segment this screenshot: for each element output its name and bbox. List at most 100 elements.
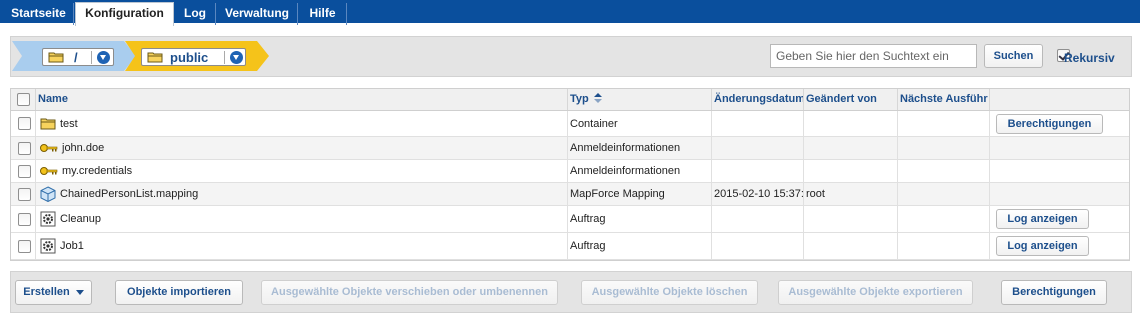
footer-toolbar: Erstellen Objekte importieren Ausgewählt… <box>10 271 1132 313</box>
column-header-type[interactable]: Typ <box>567 89 711 110</box>
breadcrumb-public-label: public <box>170 50 209 65</box>
modified-cell: 2015-02-10 15:37: <box>711 183 803 205</box>
item-name[interactable]: Job1 <box>60 240 84 252</box>
breadcrumb-root-box: / <box>42 48 114 66</box>
column-header-actions <box>989 89 1129 110</box>
modified-by-cell <box>803 160 897 182</box>
show-log-button[interactable]: Log anzeigen <box>996 209 1089 229</box>
actions-cell <box>989 160 1129 182</box>
breadcrumb-root[interactable]: / <box>12 41 136 71</box>
create-label: Erstellen <box>23 286 70 298</box>
type-cell: Anmeldeinformationen <box>567 160 711 182</box>
export-objects-button[interactable]: Ausgewählte Objekte exportieren <box>778 280 973 305</box>
row-checkbox[interactable] <box>17 187 31 201</box>
breadcrumb-divider <box>91 51 92 64</box>
tab-startseite[interactable]: Startseite <box>4 3 74 25</box>
column-header-name[interactable]: Name <box>35 89 567 110</box>
recursive-label: Rekursiv <box>1064 51 1115 65</box>
delete-objects-button[interactable]: Ausgewählte Objekte löschen <box>581 280 758 305</box>
table-row[interactable]: test Container Berechtigungen <box>11 111 1129 137</box>
column-header-modified[interactable]: Änderungsdatum <box>711 89 803 110</box>
import-objects-button[interactable]: Objekte importieren <box>115 280 243 305</box>
row-checkbox[interactable] <box>17 239 31 253</box>
search-button[interactable]: Suchen <box>984 44 1043 68</box>
next-run-cell <box>897 111 989 136</box>
move-rename-objects-button[interactable]: Ausgewählte Objekte verschieben oder umb… <box>261 280 558 305</box>
chevron-down-icon <box>75 289 84 295</box>
type-cell: MapForce Mapping <box>567 183 711 205</box>
column-header-type-label: Typ <box>570 93 589 105</box>
next-run-cell <box>897 183 989 205</box>
type-cell: Auftrag <box>567 233 711 259</box>
folder-icon <box>147 52 163 63</box>
breadcrumb-divider <box>224 51 225 64</box>
item-name[interactable]: ChainedPersonList.mapping <box>60 188 198 200</box>
next-run-cell <box>897 160 989 182</box>
tab-verwaltung[interactable]: Verwaltung <box>217 3 298 25</box>
name-cell: test <box>35 111 567 136</box>
name-cell: Cleanup <box>35 206 567 232</box>
modified-cell <box>711 206 803 232</box>
table-row[interactable]: my.credentials Anmeldeinformationen <box>11 160 1129 183</box>
table-row[interactable]: john.doe Anmeldeinformationen <box>11 137 1129 160</box>
mapping-icon <box>40 186 56 202</box>
actions-cell <box>989 183 1129 205</box>
chevron-down-icon[interactable] <box>97 51 110 64</box>
actions-cell <box>989 137 1129 159</box>
modified-cell <box>711 160 803 182</box>
select-all-checkbox[interactable] <box>17 93 30 106</box>
toolbar: / public Suchen Rekursiv <box>10 36 1132 77</box>
item-name[interactable]: test <box>60 118 78 130</box>
breadcrumb-public[interactable]: public <box>125 41 269 71</box>
tab-log[interactable]: Log <box>175 3 216 25</box>
row-select-cell <box>11 111 35 136</box>
gear-icon <box>40 211 56 227</box>
search-input[interactable] <box>770 44 977 68</box>
tab-hilfe[interactable]: Hilfe <box>299 3 347 25</box>
type-cell: Anmeldeinformationen <box>567 137 711 159</box>
column-header-next-run[interactable]: Nächste Ausführ <box>897 89 989 110</box>
item-name[interactable]: john.doe <box>62 142 104 154</box>
top-navigation: Startseite Konfiguration Log Verwaltung … <box>0 0 1140 26</box>
gear-icon <box>40 238 56 254</box>
key-icon <box>40 144 58 152</box>
row-select-cell <box>11 183 35 205</box>
name-cell: ChainedPersonList.mapping <box>35 183 567 205</box>
row-checkbox[interactable] <box>17 212 31 226</box>
modified-by-cell <box>803 206 897 232</box>
chevron-down-icon[interactable] <box>230 51 243 64</box>
create-dropdown-button[interactable]: Erstellen <box>15 280 92 305</box>
permissions-button[interactable]: Berechtigungen <box>996 114 1103 134</box>
column-header-modified-by[interactable]: Geändert von <box>803 89 897 110</box>
key-icon <box>40 167 58 175</box>
modified-cell <box>711 233 803 259</box>
item-name[interactable]: Cleanup <box>60 213 101 225</box>
sort-icon <box>593 93 602 103</box>
table-row[interactable]: ChainedPersonList.mapping MapForce Mappi… <box>11 183 1129 206</box>
show-log-button[interactable]: Log anzeigen <box>996 236 1089 256</box>
modified-by-cell: root <box>803 183 897 205</box>
tab-konfiguration[interactable]: Konfiguration <box>75 2 174 26</box>
breadcrumb-root-label: / <box>74 50 78 65</box>
item-name[interactable]: my.credentials <box>62 165 132 177</box>
row-checkbox[interactable] <box>17 164 31 178</box>
next-run-cell <box>897 137 989 159</box>
table-row[interactable]: Cleanup Auftrag Log anzeigen <box>11 206 1129 233</box>
row-checkbox[interactable] <box>17 117 31 130</box>
row-select-cell <box>11 137 35 159</box>
name-cell: john.doe <box>35 137 567 159</box>
permissions-button[interactable]: Berechtigungen <box>1001 280 1107 305</box>
actions-cell: Log anzeigen <box>989 233 1129 259</box>
next-run-cell <box>897 206 989 232</box>
modified-by-cell <box>803 137 897 159</box>
row-select-cell <box>11 233 35 259</box>
modified-cell <box>711 111 803 136</box>
modified-by-cell <box>803 111 897 136</box>
table-row[interactable]: Job1 Auftrag Log anzeigen <box>11 233 1129 260</box>
row-checkbox[interactable] <box>17 141 31 155</box>
type-cell: Auftrag <box>567 206 711 232</box>
actions-cell: Log anzeigen <box>989 206 1129 232</box>
name-cell: Job1 <box>35 233 567 259</box>
next-run-cell <box>897 233 989 259</box>
actions-cell: Berechtigungen <box>989 111 1129 136</box>
